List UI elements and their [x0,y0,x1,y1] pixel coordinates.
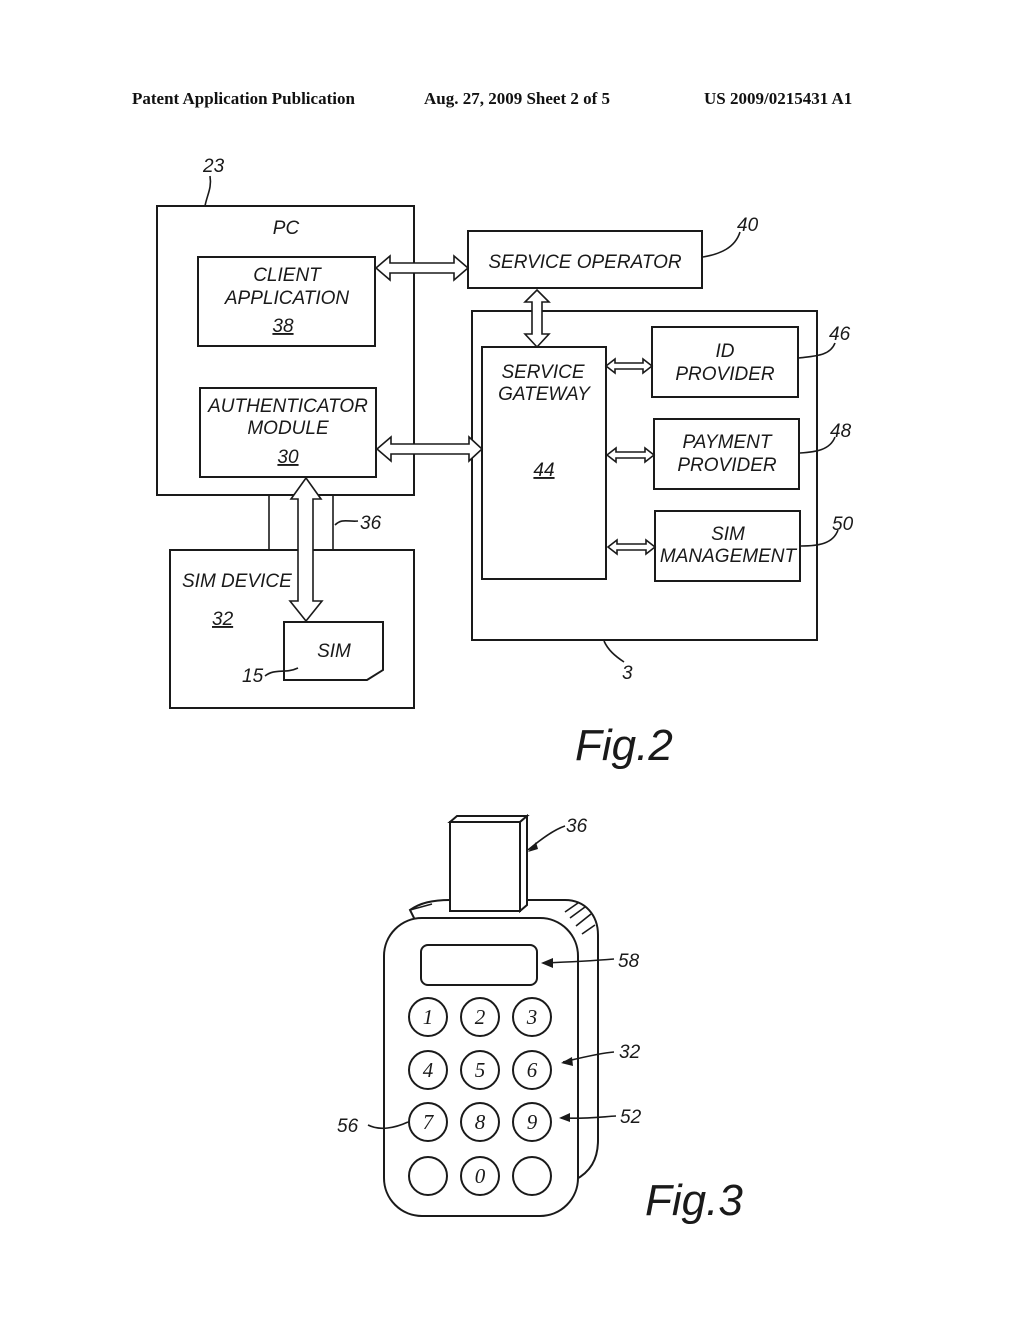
key-label: 3 [526,1005,538,1029]
service-operator-label: SERVICE OPERATOR [488,252,681,273]
leader-line-23 [204,175,212,207]
key-0: 0 [460,1156,500,1196]
payment-provider-label-2: PROVIDER [677,455,777,476]
fig2-caption: Fig.2 [575,721,673,770]
sim-label: SIM [317,641,351,662]
ref-40: 40 [737,215,759,236]
key-label: 1 [423,1005,434,1029]
service-gateway-block: SERVICE GATEWAY 44 [481,346,607,580]
ref-46: 46 [829,324,851,345]
ref-44: 44 [533,460,554,481]
fig3-diagram: 36 58 1 2 34 5 67 8 90 32 52 56 Fig.3 [337,813,743,1225]
ref-3: 3 [622,663,633,684]
payment-provider-box [653,418,800,490]
service-gateway-label-1: SERVICE [501,362,584,383]
key-3: 3 [512,997,552,1037]
key-label: 7 [423,1110,435,1134]
key-4: 4 [408,1050,448,1090]
pc-title: PC [273,218,300,239]
sim-management-label-2: MANAGEMENT [660,546,798,567]
client-application-block: CLIENT APPLICATION 38 [197,256,376,347]
sim-device-block: SIM DEVICE 32 SIM 15 [169,549,415,709]
service-gateway-label-2: GATEWAY [498,384,591,405]
ref-23: 23 [202,156,225,177]
leader-line-40 [702,231,741,258]
fig3-ref-52: 52 [620,1107,642,1128]
authenticator-module-label-2: MODULE [247,418,329,439]
key-2: 2 [460,997,500,1037]
key-label: 2 [475,1005,486,1029]
patent-drawing: 23 PC CLIENT APPLICATION 38 AUTHENTICATO… [156,156,854,1225]
key-label: 9 [527,1110,538,1134]
id-provider-label-1: ID [716,341,735,362]
id-provider-box [651,326,799,398]
client-operator-arrow [374,254,470,282]
connector-36: 36 [268,495,382,550]
fig3-caption: Fig.3 [645,1176,743,1225]
fig3-ref-36: 36 [566,816,588,837]
key-label: 6 [527,1058,538,1082]
sim-management-label-1: SIM [711,524,745,545]
key-6: 6 [512,1050,552,1090]
key-7: 7 [408,1102,448,1142]
ref-30: 30 [277,447,299,468]
ref-48: 48 [830,421,852,442]
key-5: 5 [460,1050,500,1090]
key-1: 1 [408,997,448,1037]
fig3-ref-56: 56 [337,1116,359,1137]
ref-36: 36 [360,513,382,534]
id-provider-label-2: PROVIDER [675,364,775,385]
fig3-ref-58: 58 [618,951,640,972]
client-application-label-2: APPLICATION [224,288,350,309]
key-circle [512,1156,552,1196]
authenticator-module-block: AUTHENTICATOR MODULE 30 [199,387,377,478]
service-operator-block: SERVICE OPERATOR 40 [467,215,759,289]
usb-connector: 36 [447,813,588,914]
key-label: 8 [475,1110,486,1134]
key-label: 5 [475,1058,486,1082]
payment-provider-label-1: PAYMENT [682,432,772,453]
leader-line-36 [334,519,359,526]
key-blank [408,1156,448,1196]
key-blank [512,1156,552,1196]
ref-15: 15 [242,666,264,687]
key-circle [408,1156,448,1196]
authenticator-module-label-1: AUTHENTICATOR [207,396,368,417]
key-label: 0 [475,1164,486,1188]
ref-32: 32 [212,609,234,630]
fig2-diagram: 23 PC CLIENT APPLICATION 38 AUTHENTICATO… [156,156,854,770]
leader-line-3 [603,640,625,663]
key-8: 8 [460,1102,500,1142]
fig3-ref-32: 32 [619,1042,641,1063]
ref-50: 50 [832,514,854,535]
client-application-label-1: CLIENT [253,265,322,286]
ref-38: 38 [272,316,294,337]
device-display [420,944,538,986]
key-label: 4 [423,1058,434,1082]
key-9: 9 [512,1102,552,1142]
sim-device-label: SIM DEVICE [182,571,292,592]
